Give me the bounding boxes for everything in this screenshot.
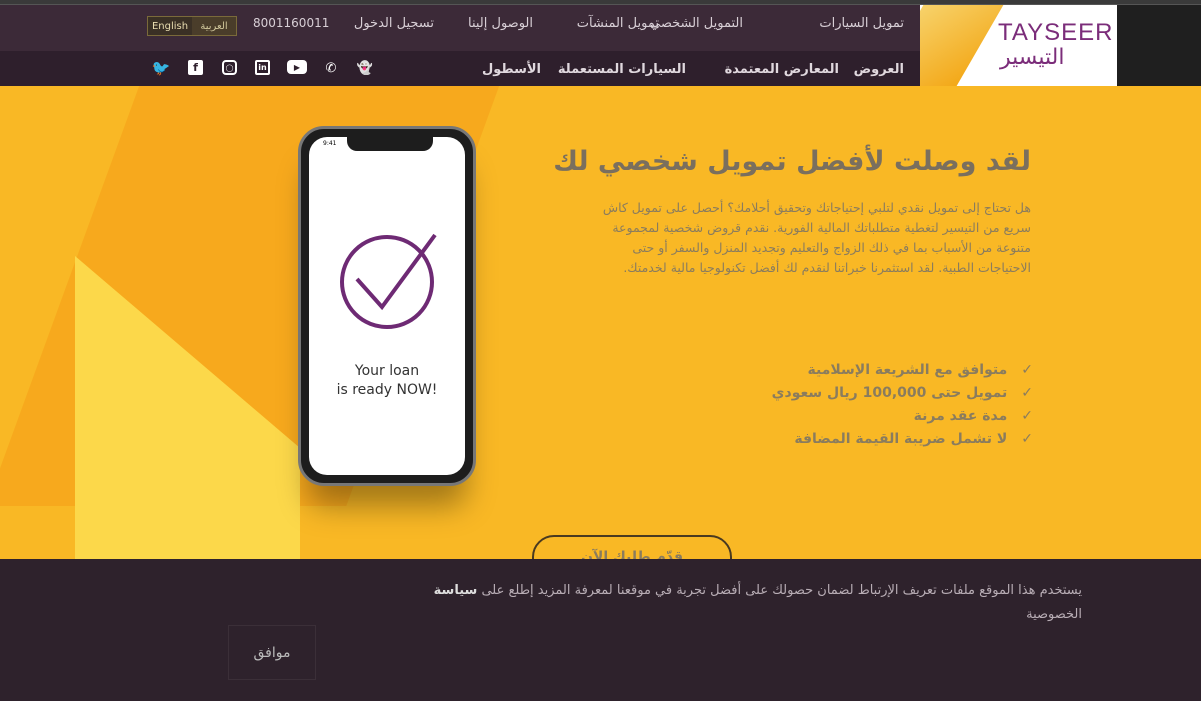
phone-screen: 9:41 Your loan is ready NOW! [309,137,465,475]
tayseer-logo[interactable]: TAYSEER التيسير [920,5,1117,86]
feature-text: تمويل حتى 100,000 ريال سعودي [771,385,1008,401]
hero-title: لقد وصلت لأفضل تمويل شخصي لك [553,146,1031,177]
right-margin [1117,5,1201,86]
nav-contact[interactable]: الوصول إلينا [468,16,533,31]
feature-list: ✓ متوافق مع الشريعة الإسلامية ✓ تمويل حتى … [772,359,1033,451]
phone-time: 9:41 [323,140,337,147]
instagram-icon[interactable]: ◯ [222,60,237,75]
check-icon: ✓ [1021,362,1033,378]
privacy-policy-link-cont[interactable]: الخصوصية [1026,607,1082,622]
phone-message-line1: Your loan [354,363,420,379]
lang-arabic[interactable]: العربية [192,17,236,35]
apply-now-button[interactable]: قدّم طلبك الآن [532,535,732,559]
phone-notch [347,137,433,151]
language-switch: English العربية [147,16,237,36]
nav-personal-finance[interactable]: التمويل الشخصي [650,16,743,31]
phone-number[interactable]: 8001160011 [253,16,329,30]
nav-approved-showrooms[interactable]: المعارض المعتمدة [725,62,839,77]
cookie-text: يستخدم هذا الموقع ملفات تعريف الإرتباط ل… [352,579,1082,627]
nav-car-finance[interactable]: تمويل السيارات [819,16,904,31]
hero-paragraph: هل تحتاج إلى تمويل نقدي لتلبي إحتياجاتك … [602,200,1031,275]
linkedin-icon[interactable]: in [255,60,270,75]
feature-text: متوافق مع الشريعة الإسلامية [807,362,1008,378]
facebook-icon[interactable]: f [188,60,203,75]
feature-text: مدة عقد مرنة [913,408,1008,424]
hero-section: 9:41 Your loan is ready NOW! لقد وصلت لأ… [0,86,1201,559]
nav-offers[interactable]: العروض [854,62,904,77]
lang-english[interactable]: English [148,17,192,35]
feature-text: لا تشمل ضريبة القيمة المضافة [794,431,1008,447]
phone-illustration: 9:41 Your loan is ready NOW! [298,126,476,486]
youtube-icon[interactable]: ▶ [287,60,307,74]
check-icon: ✓ [1021,431,1033,447]
nav-used-cars[interactable]: السيارات المستعملة [558,62,686,77]
check-icon: ✓ [1021,408,1033,424]
feature-item: ✓ تمويل حتى 100,000 ريال سعودي [772,382,1033,405]
checkmark-circle-icon [340,233,437,329]
feature-item: ✓ متوافق مع الشريعة الإسلامية [772,359,1034,382]
agree-button[interactable]: موافق [228,625,316,680]
check-icon: ✓ [1021,385,1033,401]
logo-stripe [920,5,1004,86]
phone-message-line2: is ready NOW! [336,382,438,398]
whatsapp-icon[interactable]: ✆ [322,60,340,76]
privacy-policy-link[interactable]: سياسة [434,583,478,598]
feature-item: ✓ مدة عقد مرنة [772,405,1033,428]
nav-fleet[interactable]: الأسطول [482,62,541,77]
logo-text-ar: التيسير [1000,45,1065,70]
twitter-icon[interactable]: 🐦 [152,59,171,77]
cookie-message: يستخدم هذا الموقع ملفات تعريف الإرتباط ل… [481,583,1082,598]
cookie-banner: يستخدم هذا الموقع ملفات تعريف الإرتباط ل… [0,559,1201,701]
nav-business-finance[interactable]: تمويل المنشآت [577,16,659,31]
nav-login[interactable]: تسجيل الدخول [354,16,434,31]
feature-item: ✓ لا تشمل ضريبة القيمة المضافة [772,428,1033,451]
logo-text-en: TAYSEER [998,19,1114,46]
snapchat-icon[interactable]: 👻 [356,60,374,76]
phone-message: Your loan is ready NOW! [309,362,465,400]
